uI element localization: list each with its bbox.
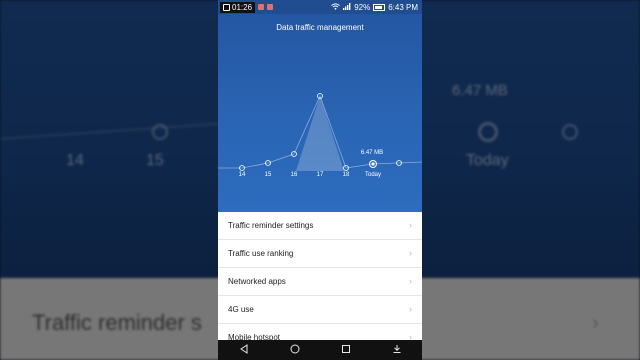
clock: 6:43 PM	[388, 2, 418, 12]
list-item-label: Networked apps	[228, 277, 286, 286]
navigation-bar	[218, 340, 422, 360]
x-tick-label: 16	[291, 172, 298, 178]
recording-time: 01:26	[232, 2, 253, 12]
x-tick-label: 18	[343, 172, 350, 178]
home-circle-icon[interactable]	[280, 344, 310, 357]
chevron-right-icon: ›	[409, 304, 412, 314]
wifi-icon	[331, 2, 341, 12]
traffic-header: Data traffic management 6.47 MB 14 15 16…	[218, 14, 422, 212]
phone-screen: 01:26 92% 6:43 PM Data traffic managemen…	[218, 0, 422, 360]
chevron-right-icon: ›	[409, 276, 412, 286]
settings-list: Traffic reminder settings › Traffic use …	[218, 212, 422, 352]
list-item-label: Traffic use ranking	[228, 249, 294, 258]
x-tick-label: 15	[265, 172, 272, 178]
notification-down-icon[interactable]	[382, 344, 412, 357]
x-tick-label-today: Today	[365, 172, 381, 178]
recording-badge: 01:26	[220, 1, 256, 13]
list-item-label: Traffic reminder settings	[228, 221, 314, 230]
recents-square-icon[interactable]	[331, 344, 361, 357]
battery-percent: 92%	[354, 2, 371, 12]
chevron-right-icon: ›	[409, 220, 412, 230]
list-item-4g-use[interactable]: 4G use ›	[218, 296, 422, 324]
notification-icon	[258, 4, 265, 10]
list-item-label: 4G use	[228, 305, 254, 314]
traffic-chart: 6.47 MB 14 15 16 17 18 Today	[218, 93, 422, 178]
chevron-right-icon: ›	[409, 248, 412, 258]
chart-point-today-center	[371, 162, 375, 166]
record-icon	[223, 3, 230, 11]
status-bar: 01:26 92% 6:43 PM	[218, 0, 422, 14]
notification-icon	[267, 4, 274, 10]
list-item-traffic-reminder-settings[interactable]: Traffic reminder settings ›	[218, 212, 422, 240]
back-triangle-icon[interactable]	[229, 343, 259, 357]
list-item-networked-apps[interactable]: Networked apps ›	[218, 268, 422, 296]
signal-icon	[343, 2, 351, 12]
list-item-traffic-use-ranking[interactable]: Traffic use ranking ›	[218, 240, 422, 268]
x-tick-label: 17	[317, 172, 324, 178]
today-usage-label: 6.47 MB	[361, 150, 383, 156]
x-tick-label: 14	[239, 172, 246, 178]
battery-icon	[373, 3, 386, 11]
